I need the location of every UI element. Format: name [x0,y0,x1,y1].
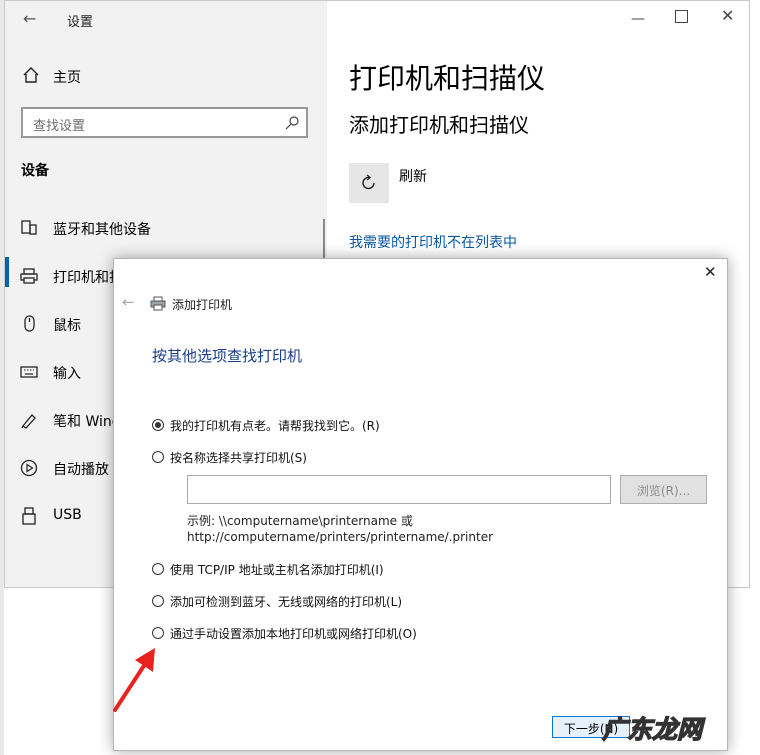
search-icon [285,116,299,130]
example-text: http://computername/printers/printername… [187,530,494,544]
printer-icon [150,296,166,311]
refresh-button[interactable] [349,163,389,203]
search-placeholder: 查找设置 [33,119,86,134]
add-printer-dialog: ✕ ← 添加打印机 按其他选项查找打印机 我的打印机有点老。请帮我找到它。(R)… [113,258,728,751]
window-title: 设置 [67,15,94,30]
usb-icon [22,507,36,525]
dialog-title: 添加打印机 [172,298,233,312]
printer-icon [20,268,38,284]
bluetooth-devices-icon [21,220,37,235]
nav-label: 输入 [53,366,81,382]
minimize-icon[interactable]: — [631,11,645,27]
option-label[interactable]: 我的打印机有点老。请帮我找到它。(R) [170,417,380,434]
printer-not-listed-link[interactable]: 我需要的打印机不在列表中 [349,232,517,252]
shared-printer-name-input[interactable] [187,475,611,504]
watermark-logo: 广东龙网 [601,714,706,744]
radio-tcpip[interactable] [152,563,164,575]
pen-icon [21,414,36,429]
home-icon [23,67,39,83]
autoplay-icon [20,459,38,477]
home-link[interactable]: 主页 [53,67,81,87]
browse-label: 浏览(R)... [636,484,691,498]
annotation-arrow [113,648,155,712]
svg-text:广东龙网: 广东龙网 [602,715,706,744]
radio-shared-printer[interactable] [152,451,164,463]
refresh-label: 刷新 [399,169,427,185]
mouse-icon [24,315,35,332]
radio-old-printer[interactable] [152,419,164,431]
nav-label: 鼠标 [53,318,81,334]
section-heading: 设备 [21,163,49,179]
radio-detectable-printer[interactable] [152,595,164,607]
option-label[interactable]: 通过手动设置添加本地打印机或网络打印机(O) [170,625,417,642]
refresh-icon [362,174,375,190]
back-arrow-icon[interactable]: ← [23,9,43,29]
nav-label: 自动播放 [53,462,109,478]
maximize-icon[interactable] [675,10,688,23]
keyboard-icon [20,366,38,378]
back-arrow-icon[interactable]: ← [122,293,135,311]
nav-label: 笔和 Windows Ink [53,414,117,430]
dialog-heading: 按其他选项查找打印机 [152,347,303,365]
option-label[interactable]: 按名称选择共享打印机(S) [170,449,307,466]
search-box[interactable]: 查找设置 [21,107,308,138]
nav-label: 蓝牙和其他设备 [53,222,151,238]
example-text: 示例: \\computername\printername 或 [187,514,413,528]
close-icon[interactable]: ✕ [721,6,734,25]
radio-local-manual[interactable] [152,627,164,639]
option-label[interactable]: 添加可检测到蓝牙、无线或网络的打印机(L) [170,593,402,610]
nav-label: USB [53,507,82,523]
nav-label: 打印机和扫描仪 [53,270,115,286]
browse-button[interactable]: 浏览(R)... [620,475,707,504]
option-label[interactable]: 使用 TCP/IP 地址或主机名添加打印机(I) [170,561,384,578]
page-title: 打印机和扫描仪 [349,62,546,95]
nav-item-bluetooth[interactable]: 蓝牙和其他设备 [5,208,323,248]
section-subtitle: 添加打印机和扫描仪 [349,113,529,137]
close-icon[interactable]: ✕ [704,263,717,281]
